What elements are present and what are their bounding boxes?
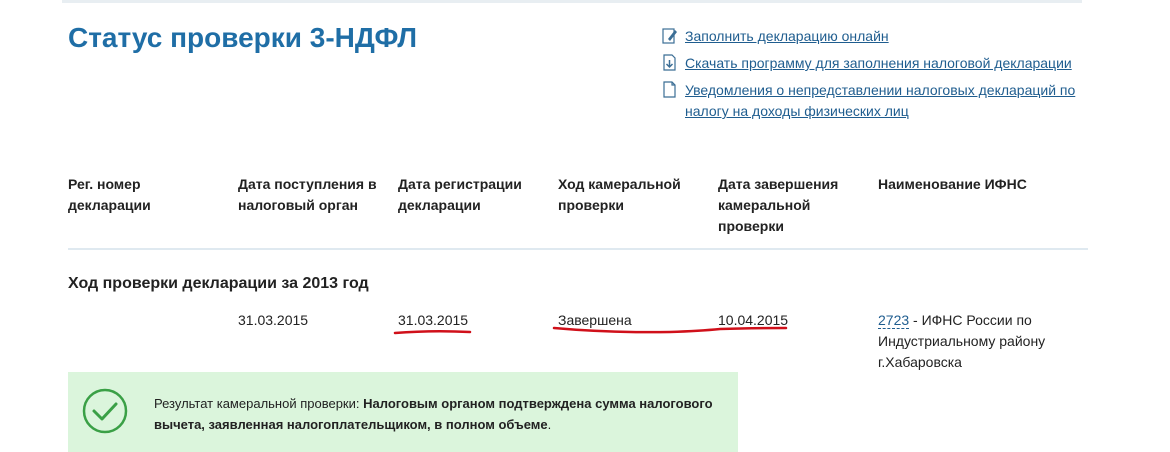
- edit-document-icon: [662, 28, 677, 44]
- red-underline-registration-date: [393, 329, 472, 335]
- table-header: Рег. номер декларации Дата поступления в…: [68, 174, 1088, 250]
- result-suffix: .: [547, 417, 552, 432]
- header-reg-number: Рег. номер декларации: [68, 176, 151, 213]
- header-ifns-name: Наименование ИФНС: [878, 176, 1027, 192]
- download-program-link[interactable]: Скачать программу для заполнения налогов…: [685, 53, 1072, 74]
- quick-links: Заполнить декларацию онлайн Скачать прог…: [662, 26, 1092, 128]
- header-received-date: Дата поступления в налоговый орган: [238, 176, 377, 213]
- page-title: Статус проверки 3-НДФЛ: [68, 22, 417, 53]
- link-row-fill-online: Заполнить декларацию онлайн: [662, 26, 1092, 47]
- link-row-notifications: Уведомления о непредставлении налоговых …: [662, 80, 1092, 122]
- red-underline-status-and-date: [552, 326, 788, 334]
- header-check-status: Ход камеральной проверки: [558, 176, 681, 213]
- notifications-link[interactable]: Уведомления о непредставлении налоговых …: [685, 80, 1092, 122]
- cell-received-date: 31.03.2015: [238, 312, 309, 328]
- header-completion-date: Дата завершения камеральной проверки: [718, 176, 839, 234]
- link-row-download: Скачать программу для заполнения налогов…: [662, 53, 1092, 74]
- result-box: Результат камеральной проверки: Налоговы…: [68, 372, 738, 452]
- result-label: Результат камеральной проверки:: [154, 396, 364, 411]
- document-icon: [663, 81, 676, 98]
- download-icon: [663, 54, 676, 71]
- cell-ifns: 2723 - ИФНС России по Индустриальному ра…: [878, 310, 1078, 373]
- top-divider: [62, 0, 1082, 3]
- check-circle-icon: [82, 388, 128, 434]
- header-registration-date: Дата регистрации декларации: [398, 176, 522, 213]
- fill-declaration-online-link[interactable]: Заполнить декларацию онлайн: [685, 26, 889, 47]
- result-text: Результат камеральной проверки: Налоговы…: [154, 393, 724, 435]
- ifns-code-link[interactable]: 2723: [878, 312, 910, 329]
- section-title: Ход проверки декларации за 2013 год: [68, 275, 369, 292]
